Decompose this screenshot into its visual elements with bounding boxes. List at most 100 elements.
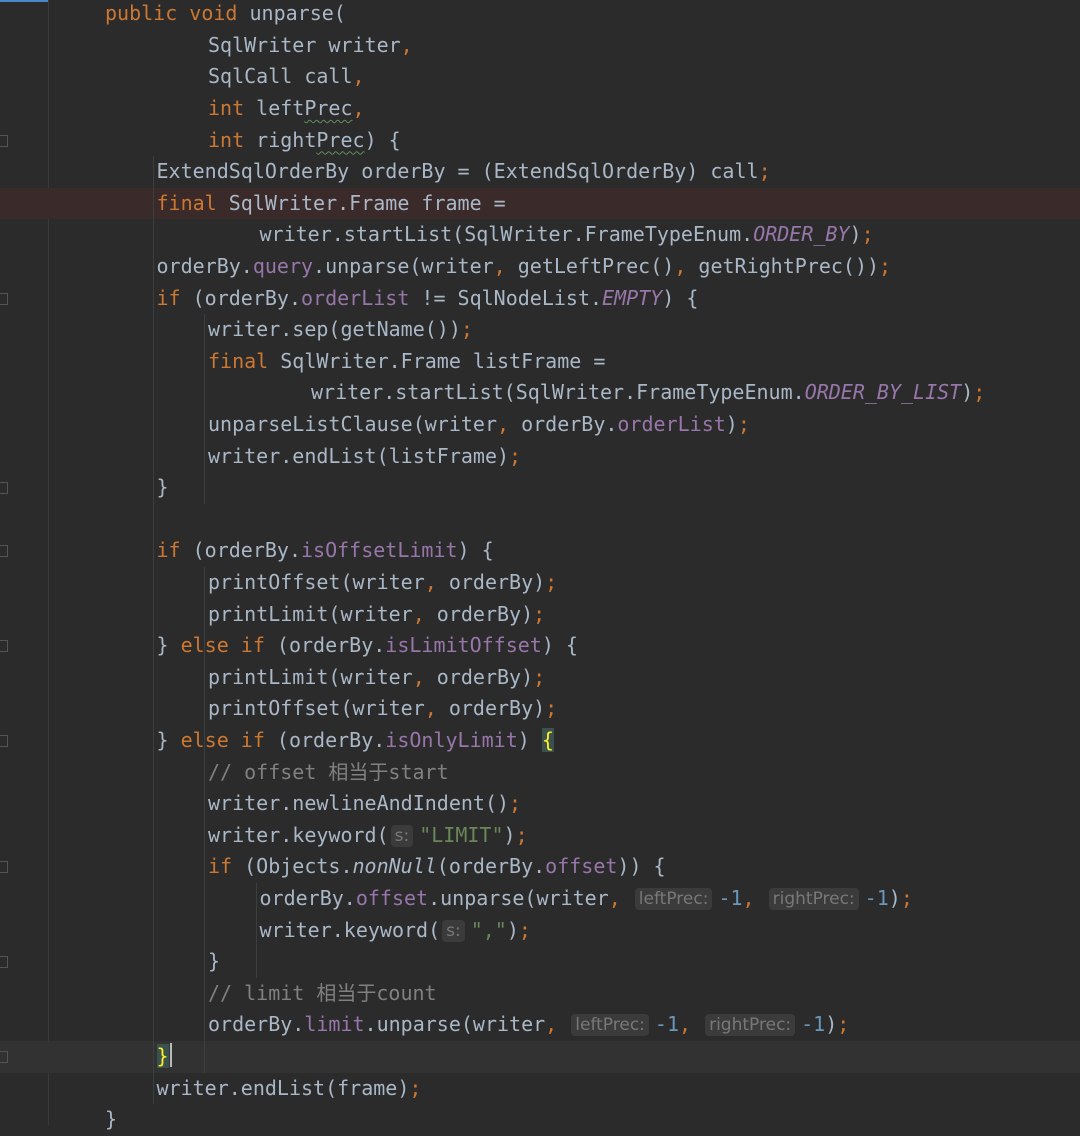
code-token: ; — [973, 380, 986, 405]
code-token: orderBy) — [436, 664, 534, 689]
code-text: } else if (orderBy.isOnlyLimit) { — [157, 725, 554, 757]
code-token: , — [496, 412, 522, 436]
code-token: , — [608, 886, 633, 910]
code-text: SqlWriter writer, — [208, 30, 413, 62]
code-token: SqlWriter writer — [208, 32, 401, 57]
code-line[interactable]: orderBy.query.unparse(writer, getLeftPre… — [0, 251, 1080, 283]
code-line[interactable]: writer.startList(SqlWriter.FrameTypeEnum… — [0, 219, 1080, 251]
code-token: query — [252, 254, 314, 278]
code-line[interactable]: final SqlWriter.Frame listFrame = — [0, 346, 1080, 378]
fold-marker-icon[interactable] — [0, 545, 8, 558]
indent-guide — [204, 661, 205, 757]
comment-token: // limit 相当于count — [208, 980, 437, 1005]
keyword-token: else if — [180, 728, 277, 752]
code-line[interactable]: if (Objects.nonNull(orderBy.offset)) { — [0, 851, 1080, 883]
code-text: writer.endList(frame); — [157, 1073, 422, 1105]
code-token: ; — [409, 1075, 422, 1100]
code-token: ; — [509, 791, 522, 816]
code-text: writer.keyword(s: "LIMIT"); — [208, 820, 528, 852]
code-token: getRightPrec()) — [698, 254, 880, 278]
code-token: .unparse(writer — [428, 886, 609, 910]
fold-marker-icon[interactable] — [0, 292, 8, 305]
code-text: printOffset(writer, orderBy); — [208, 693, 557, 725]
code-line[interactable]: writer.newlineAndIndent(); — [0, 788, 1080, 820]
code-token: writer.endList(listFrame) — [208, 443, 510, 468]
string-token: "LIMIT" — [419, 822, 504, 847]
code-line[interactable]: } else if (orderBy.isLimitOffset) { — [0, 630, 1080, 662]
fold-marker-icon[interactable] — [0, 1051, 8, 1063]
code-line[interactable]: writer.startList(SqlWriter.FrameTypeEnum… — [0, 377, 1080, 409]
fold-marker-icon[interactable] — [0, 482, 8, 495]
code-token: .unparse(writer — [313, 254, 494, 278]
code-line[interactable]: orderBy.limit.unparse(writer, leftPrec: -… — [0, 1009, 1080, 1041]
keyword-token: public void — [105, 1, 250, 26]
code-line[interactable]: printLimit(writer, orderBy); — [0, 662, 1080, 694]
code-token: (orderBy. — [436, 854, 546, 879]
code-line[interactable]: writer.endList(frame); — [0, 1073, 1080, 1105]
code-text: } — [156, 1041, 172, 1073]
code-token: isOnlyLimit — [385, 728, 518, 752]
fold-marker-icon[interactable] — [0, 735, 8, 747]
code-line[interactable]: } — [0, 1104, 1080, 1136]
code-editor[interactable]: public void unparse(SqlWriter writer, Sql… — [0, 0, 1080, 1131]
code-token: , — [400, 32, 413, 57]
code-text: final SqlWriter.Frame listFrame = — [208, 346, 605, 378]
code-token: , — [412, 601, 437, 626]
code-token: -1 — [864, 886, 889, 910]
code-token: SqlWriter.Frame frame = — [228, 190, 506, 215]
code-token: ; — [533, 664, 546, 689]
code-line[interactable]: // limit 相当于count — [0, 978, 1080, 1010]
code-token: } — [105, 1107, 118, 1132]
code-line[interactable]: writer.keyword(s: "LIMIT"); — [0, 820, 1080, 852]
code-line[interactable]: printOffset(writer, orderBy); — [0, 567, 1080, 599]
code-line[interactable]: } — [0, 946, 1080, 978]
code-line[interactable]: SqlCall call, — [0, 61, 1080, 93]
code-token: (orderBy. — [192, 285, 301, 310]
code-token: writer.endList(frame) — [156, 1075, 410, 1100]
fold-marker-icon[interactable] — [0, 956, 8, 969]
code-line[interactable]: SqlWriter writer, — [0, 30, 1080, 62]
code-token: ; — [509, 443, 522, 468]
code-line[interactable]: if (orderBy.orderList != SqlNodeList.EMP… — [0, 283, 1080, 315]
code-line[interactable]: int rightPrec) { — [0, 125, 1080, 157]
code-line[interactable]: writer.sep(getName()); — [0, 314, 1080, 346]
code-line[interactable]: } — [0, 472, 1080, 504]
code-text: SqlCall call, — [208, 61, 365, 93]
code-line[interactable]: } — [0, 1041, 1080, 1073]
code-line[interactable]: public void unparse( — [0, 0, 1080, 30]
code-line[interactable]: } else if (orderBy.isOnlyLimit) { — [0, 725, 1080, 757]
code-line[interactable] — [0, 504, 1080, 536]
fold-marker-icon[interactable] — [0, 861, 8, 874]
code-token: ExtendSqlOrderBy orderBy = (ExtendSqlOrd… — [156, 159, 759, 184]
code-line[interactable]: int leftPrec, — [0, 93, 1080, 125]
code-token: offset — [545, 854, 618, 879]
code-token: left — [256, 96, 305, 120]
code-token: ) — [849, 222, 862, 247]
fold-marker-icon[interactable] — [0, 640, 8, 653]
code-token: -1 — [654, 1012, 679, 1037]
code-line[interactable]: printOffset(writer, orderBy); — [0, 693, 1080, 725]
code-text: public void unparse( — [105, 0, 346, 30]
code-token: , — [424, 696, 449, 721]
code-token: ; — [533, 601, 546, 626]
code-line[interactable]: printLimit(writer, orderBy); — [0, 599, 1080, 631]
fold-marker-icon[interactable] — [0, 134, 8, 147]
code-line[interactable]: orderBy.offset.unparse(writer, leftPrec:… — [0, 883, 1080, 915]
code-token: -1 — [801, 1012, 826, 1037]
code-line[interactable]: writer.endList(listFrame); — [0, 441, 1080, 473]
indent-guide — [153, 156, 154, 1105]
code-token: } — [208, 949, 221, 974]
code-line[interactable]: writer.keyword(s: ","); — [0, 915, 1080, 947]
code-line[interactable]: unparseListClause(writer, orderBy.orderL… — [0, 409, 1080, 441]
code-line[interactable]: ExtendSqlOrderBy orderBy = (ExtendSqlOrd… — [0, 156, 1080, 188]
code-line[interactable]: final SqlWriter.Frame frame = — [0, 187, 1080, 220]
code-token: ; — [758, 159, 771, 184]
code-token: orderBy. — [521, 412, 618, 436]
code-token: , — [493, 254, 518, 278]
code-text: ExtendSqlOrderBy orderBy = (ExtendSqlOrd… — [157, 156, 771, 188]
code-line[interactable]: if (orderBy.isOffsetLimit) { — [0, 535, 1080, 567]
code-line[interactable]: // offset 相当于start — [0, 757, 1080, 789]
code-token: writer.startList(SqlWriter.FrameTypeEnum… — [259, 222, 754, 247]
text-caret — [169, 1043, 172, 1067]
code-token: ; — [460, 317, 473, 342]
